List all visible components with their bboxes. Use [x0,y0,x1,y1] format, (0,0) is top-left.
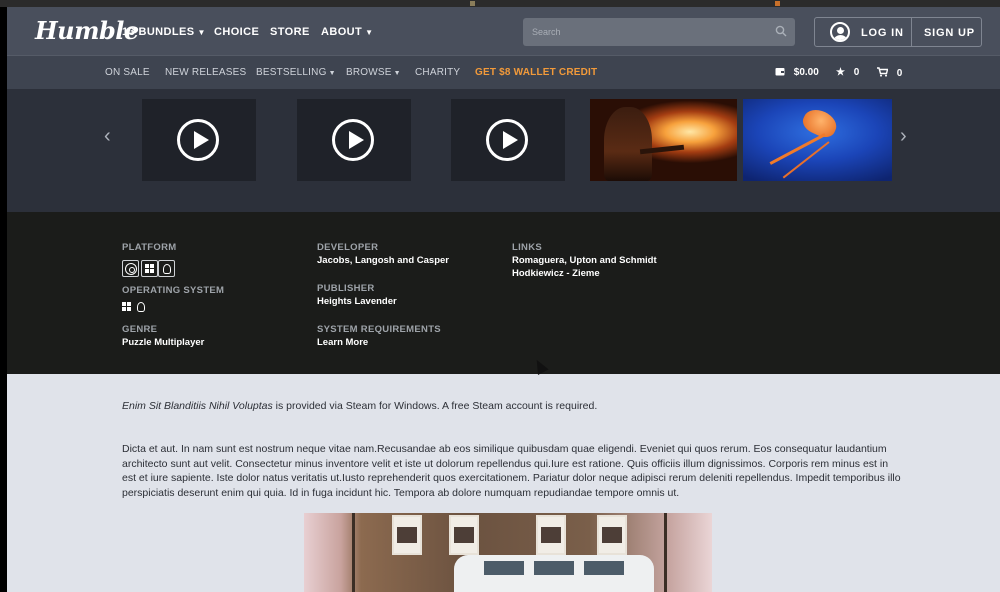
star-icon: ★ [836,67,845,78]
play-icon [486,119,528,161]
publisher-label: PUBLISHER [317,283,375,294]
linux-icon [158,260,175,277]
linux-icon [135,301,148,314]
wallet-credit-promo[interactable]: GET $8 WALLET CREDIT [475,67,597,78]
steam-notice-text: is provided via Steam for Windows. A fre… [272,400,598,412]
caret-down-icon: ▼ [197,28,206,37]
nav-about-label: ABOUT [321,26,363,38]
sysreq-label: SYSTEM REQUIREMENTS [317,324,441,335]
cart-icon [877,67,889,77]
play-icon [177,119,219,161]
subnav-bestselling-label: BESTSELLING [256,67,327,78]
caret-down-icon: ▼ [365,28,374,37]
nav-choice-label: CHOICE [214,26,260,38]
subnav-charity[interactable]: CHARITY [415,67,460,78]
nav-about[interactable]: ABOUT ▼ [321,26,373,38]
search-icon[interactable] [775,25,787,37]
media-carousel: ‹ › [7,89,1000,212]
signup-button[interactable]: SIGN UP [924,27,975,39]
login-button[interactable]: LOG IN [861,27,904,39]
sysreq-link[interactable]: Learn More [317,337,368,348]
developer-label: DEVELOPER [317,242,379,253]
wallet-balance: $0.00 [793,67,819,78]
main-nav: Humble 13 BUNDLES ▼ CHOICE STORE ABOUT ▼ S… [7,7,1000,55]
video-thumbnail[interactable] [297,99,411,181]
caret-down-icon: ▼ [393,70,401,77]
wallet-link[interactable]: $0.00 [775,67,819,78]
cart-count: 0 [896,68,903,79]
screenshot-thumbnail[interactable] [590,99,737,181]
game-description: Enim Sit Blanditiis Nihil Voluptas is pr… [7,374,1000,592]
description-image [304,513,712,592]
links-label: LINKS [512,242,542,253]
chevron-left-icon[interactable]: ‹ [104,125,111,148]
nav-store[interactable]: STORE [270,26,310,38]
game-details: PLATFORM OPERATING SYSTEM GENRE Puzzle M… [7,212,1000,374]
cart-link[interactable]: 0 [877,67,902,79]
auth-box: LOG IN SIGN UP [814,17,982,47]
subnav-browse-label: BROWSE [346,67,392,78]
wishlist-link[interactable]: ★ 0 [836,67,859,78]
video-thumbnail[interactable] [142,99,256,181]
publisher-value[interactable]: Heights Lavender [317,296,397,307]
search-placeholder: Search [532,27,561,37]
windows-icon [141,260,158,277]
genre-value[interactable]: Puzzle Multiplayer [122,337,204,348]
chevron-right-icon[interactable]: › [900,125,907,148]
developer-value[interactable]: Jacobs, Langosh and Casper [317,255,449,266]
external-link[interactable]: Hodkiewicz - Zieme [512,268,600,279]
wallet-icon [775,68,785,76]
description-paragraph: Dicta et aut. In nam sunt est nostrum ne… [122,443,901,499]
bookmark-icon [470,1,475,6]
caret-down-icon: ▼ [328,70,336,77]
browser-bookmark-strip [0,0,1000,7]
windows-icon [120,301,133,314]
steam-notice: Enim Sit Blanditiis Nihil Voluptas is pr… [122,400,597,412]
nav-bundles-label: 13 BUNDLES [122,26,195,38]
external-link[interactable]: Romaguera, Upton and Schmidt [512,255,657,266]
nav-bundles[interactable]: 13 BUNDLES ▼ [122,26,206,38]
steam-icon [122,260,139,277]
bookmark-icon [775,1,780,6]
genre-label: GENRE [122,324,158,335]
user-avatar-icon [830,22,850,42]
subnav-new-releases[interactable]: NEW RELEASES [165,67,246,78]
subnav-on-sale[interactable]: ON SALE [105,67,150,78]
wishlist-count: 0 [853,67,860,78]
game-title: Enim Sit Blanditiis Nihil Voluptas [122,400,273,412]
store-page: Humble 13 BUNDLES ▼ CHOICE STORE ABOUT ▼ S… [7,7,1000,592]
auth-divider [911,18,912,46]
subnav-browse[interactable]: BROWSE ▼ [346,67,401,78]
nav-choice[interactable]: CHOICE [214,26,259,38]
subnav-bestselling[interactable]: BESTSELLING ▼ [256,67,336,78]
os-label: OPERATING SYSTEM [122,285,225,296]
sub-nav: ON SALE NEW RELEASES BESTSELLING ▼ BROWSE… [7,55,1000,89]
platform-label: PLATFORM [122,242,177,253]
play-icon [332,119,374,161]
nav-store-label: STORE [270,26,310,38]
video-thumbnail[interactable] [451,99,565,181]
screenshot-thumbnail[interactable] [743,99,892,181]
search-input[interactable]: Search [523,18,795,46]
